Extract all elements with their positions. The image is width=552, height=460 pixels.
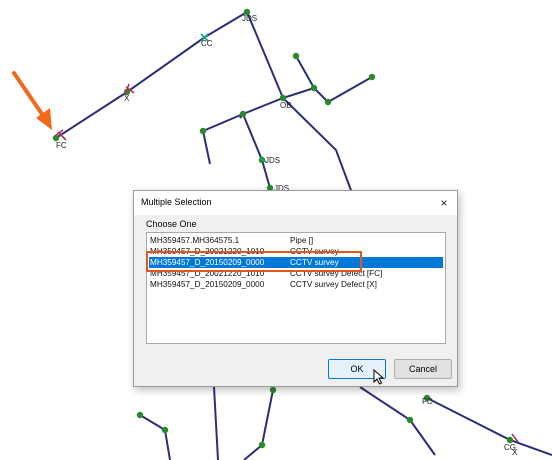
- list-item-id: MH359457_D_20150209_0000: [150, 280, 265, 289]
- dialog-title: Multiple Selection: [141, 197, 212, 207]
- list-item-id: MH359457.MH364575.1: [150, 236, 240, 245]
- node-label: X: [124, 94, 130, 103]
- list-item-type: CCTV survey Defect [X]: [290, 280, 377, 289]
- node-label: JDS: [265, 156, 280, 165]
- list-item-type: CCTV survey: [290, 258, 339, 267]
- multiple-selection-dialog: Multiple Selection × Choose One MH359457…: [133, 190, 458, 387]
- list-item-type: Pipe []: [290, 236, 314, 245]
- list-item[interactable]: MH359457.MH364575.1 Pipe []: [149, 235, 443, 246]
- survey-markers: [200, 33, 267, 163]
- arrow-icon: [12, 71, 52, 130]
- list-item-id: MH359457_D_20021220_1010: [150, 269, 265, 278]
- list-item[interactable]: MH359457_D_20021220_1010 CCTV survey Def…: [149, 268, 443, 279]
- list-item[interactable]: MH359457_D_20150209_0000 CCTV survey Def…: [149, 279, 443, 290]
- node-label: FC: [422, 397, 433, 406]
- node-label: X: [512, 448, 518, 457]
- selection-list[interactable]: MH359457.MH364575.1 Pipe [] MH359457_D_2…: [146, 232, 446, 344]
- node-label: FC: [56, 141, 67, 150]
- node-label: OB: [280, 101, 292, 110]
- list-item-id: MH359457_D_20150209_0000: [150, 258, 265, 267]
- dialog-title-bar[interactable]: Multiple Selection ×: [134, 191, 457, 215]
- list-item-type: CCTV survey Defect [FC]: [290, 269, 383, 278]
- choose-one-label: Choose One: [146, 219, 197, 229]
- node-label: JDS: [242, 14, 257, 23]
- list-item[interactable]: MH359457_D_20021220_1010 CCTV survey: [149, 246, 443, 257]
- list-item-id: MH359457_D_20021220_1010: [150, 247, 265, 256]
- list-item-type: CCTV survey: [290, 247, 339, 256]
- list-item-selected[interactable]: MH359457_D_20150209_0000 CCTV survey: [149, 257, 443, 268]
- cancel-button[interactable]: Cancel: [394, 359, 452, 379]
- node-label: CC: [201, 39, 213, 48]
- mouse-cursor-icon: [373, 369, 385, 385]
- close-icon[interactable]: ×: [435, 194, 453, 212]
